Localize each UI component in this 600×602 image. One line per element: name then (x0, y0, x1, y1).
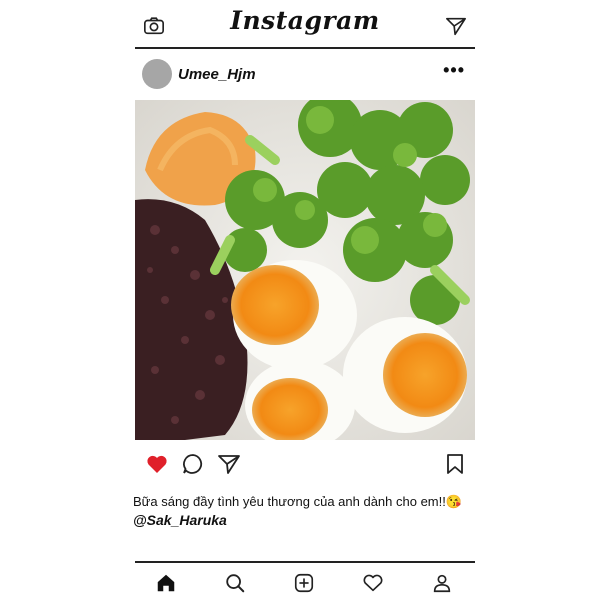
more-options-icon[interactable]: ••• (443, 60, 465, 81)
post-caption: Bữa sáng đầy tình yêu thương của anh dàn… (133, 493, 493, 529)
profile-icon[interactable] (431, 572, 453, 594)
caption-text: Bữa sáng đầy tình yêu thương của anh dàn… (133, 494, 463, 509)
post-username[interactable]: Umee_Hjm (178, 66, 256, 83)
heart-icon[interactable] (145, 452, 169, 476)
paper-plane-icon[interactable] (445, 15, 467, 37)
comment-icon[interactable] (181, 452, 205, 476)
share-icon[interactable] (217, 452, 241, 476)
search-icon[interactable] (224, 572, 246, 594)
breakfast-photo (135, 100, 475, 440)
avatar[interactable] (142, 59, 172, 89)
bookmark-icon[interactable] (443, 452, 467, 476)
bottom-nav (135, 561, 475, 602)
post-header: Umee_Hjm ••• (135, 56, 475, 92)
activity-heart-icon[interactable] (362, 572, 384, 594)
app-logo: Instagram (230, 6, 380, 35)
post-actions (135, 446, 475, 480)
home-icon[interactable] (155, 572, 177, 594)
caption-mention[interactable]: @Sak_Haruka (133, 511, 493, 529)
post-photo[interactable] (135, 100, 475, 440)
add-post-icon[interactable] (293, 572, 315, 594)
top-bar: Instagram (135, 0, 475, 49)
